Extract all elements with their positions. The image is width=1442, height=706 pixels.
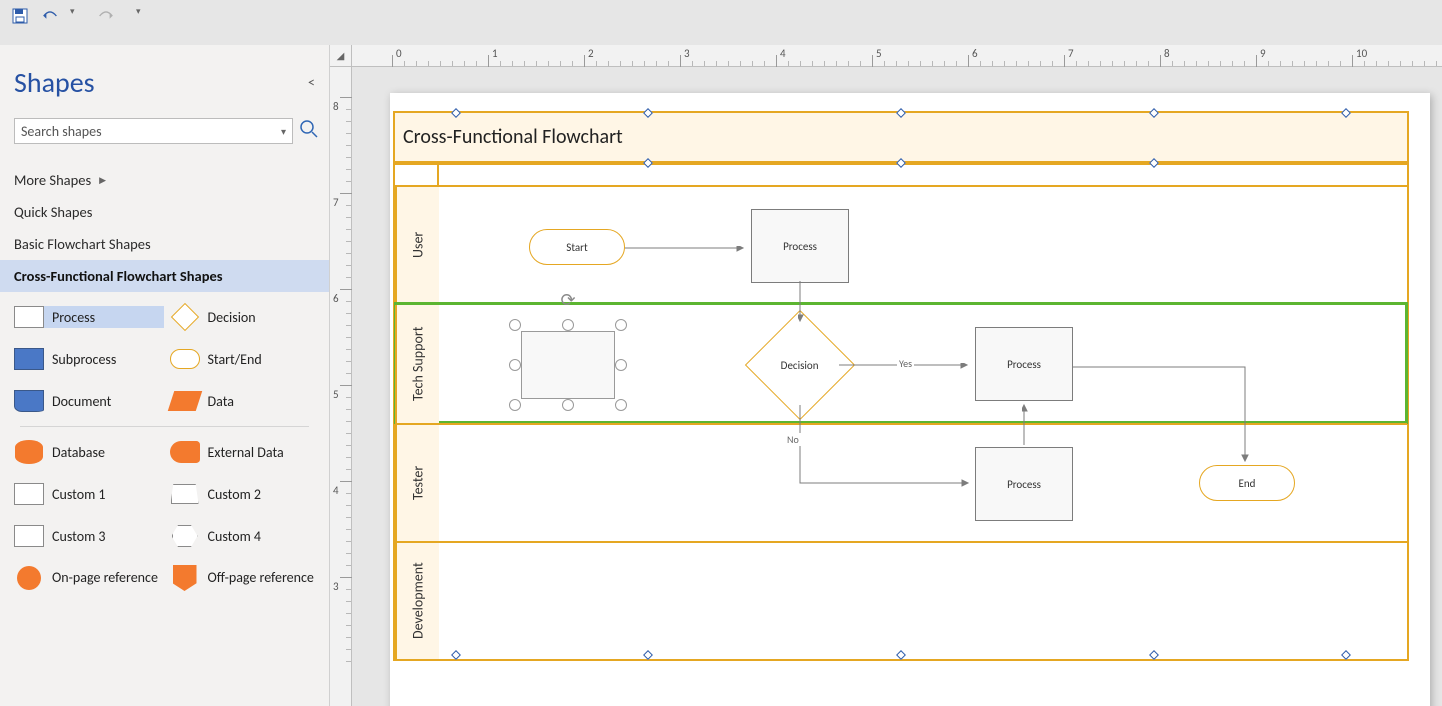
shape-palette: Process Decision Subprocess Start/End Do… <box>0 292 329 422</box>
vertical-ruler: 876543 <box>330 67 352 706</box>
undo-button[interactable] <box>40 6 60 26</box>
quick-access-toolbar: ▾ ▾ <box>0 0 1442 45</box>
stencil-list: More Shapes ▶ Quick Shapes Basic Flowcha… <box>0 164 329 292</box>
palette-custom3[interactable]: Custom 3 <box>14 525 164 547</box>
undo-dropdown[interactable]: ▾ <box>70 6 80 22</box>
lane-tester[interactable]: Tester Process End No <box>395 423 1407 541</box>
shapes-panel-title: Shapes <box>14 65 95 100</box>
shapes-panel: Shapes < Search shapes ▾ More Shapes ▶ Q… <box>0 45 330 706</box>
stencil-quick-shapes[interactable]: Quick Shapes <box>0 196 329 228</box>
palette-data[interactable]: Data <box>170 390 320 412</box>
horizontal-ruler: 01234567891011 <box>352 45 1442 67</box>
search-icon[interactable] <box>299 119 319 144</box>
shape-process-1[interactable]: Process <box>751 209 849 283</box>
palette-custom1[interactable]: Custom 1 <box>14 483 164 505</box>
shape-process-2[interactable]: Process <box>975 327 1073 401</box>
stencil-basic-flowchart[interactable]: Basic Flowchart Shapes <box>0 228 329 260</box>
palette-onpage-reference[interactable]: On-page reference <box>14 567 164 589</box>
palette-subprocess[interactable]: Subprocess <box>14 348 164 370</box>
connector-label-no: No <box>785 433 801 446</box>
shape-end[interactable]: End <box>1199 465 1295 501</box>
stencil-cross-functional[interactable]: Cross-Functional Flowchart Shapes <box>0 260 329 292</box>
lane-user[interactable]: User Start Process <box>395 185 1407 303</box>
swimlane-pool[interactable]: Cross-Functional Flowchart User Start <box>393 111 1409 661</box>
lane-header-user[interactable]: User <box>395 187 439 303</box>
palette-external-data[interactable]: External Data <box>170 441 320 463</box>
connector-label-yes: Yes <box>897 357 914 370</box>
lane-header-tech-support[interactable]: Tech Support <box>395 305 439 423</box>
customize-qat-dropdown[interactable]: ▾ <box>136 6 146 22</box>
drawing-canvas[interactable]: ◢ 01234567891011 876543 Cross-Functional… <box>330 45 1442 706</box>
collapse-panel-button[interactable]: < <box>308 74 315 91</box>
lane-header-tester[interactable]: Tester <box>395 425 439 541</box>
palette-process[interactable]: Process <box>14 306 164 328</box>
redo-button[interactable] <box>96 6 116 26</box>
drawing-page[interactable]: Cross-Functional Flowchart User Start <box>390 93 1430 706</box>
palette-custom2[interactable]: Custom 2 <box>170 483 320 505</box>
palette-custom4[interactable]: Custom 4 <box>170 525 320 547</box>
save-button[interactable] <box>10 6 30 26</box>
lane-development[interactable]: Development <box>395 541 1407 659</box>
palette-database[interactable]: Database <box>14 441 164 463</box>
search-dropdown-icon[interactable]: ▾ <box>281 125 286 138</box>
lane-header-development[interactable]: Development <box>395 543 439 659</box>
shape-process-3[interactable]: Process <box>975 447 1073 521</box>
ruler-corner: ◢ <box>330 45 352 67</box>
rotation-handle-icon[interactable]: ⟳ <box>560 289 575 311</box>
shape-start[interactable]: Start <box>529 229 625 265</box>
chevron-right-icon: ▶ <box>99 175 106 186</box>
palette-offpage-reference[interactable]: Off-page reference <box>170 567 320 589</box>
search-shapes-input[interactable]: Search shapes ▾ <box>14 118 293 144</box>
shape-new-process-selected[interactable]: ⟳ <box>515 325 621 405</box>
stencil-more-shapes[interactable]: More Shapes ▶ <box>0 164 329 196</box>
pool-title[interactable]: Cross-Functional Flowchart <box>395 113 1407 163</box>
palette-startend[interactable]: Start/End <box>170 348 320 370</box>
palette-decision[interactable]: Decision <box>170 306 320 328</box>
search-placeholder: Search shapes <box>21 123 102 140</box>
palette-document[interactable]: Document <box>14 390 164 412</box>
